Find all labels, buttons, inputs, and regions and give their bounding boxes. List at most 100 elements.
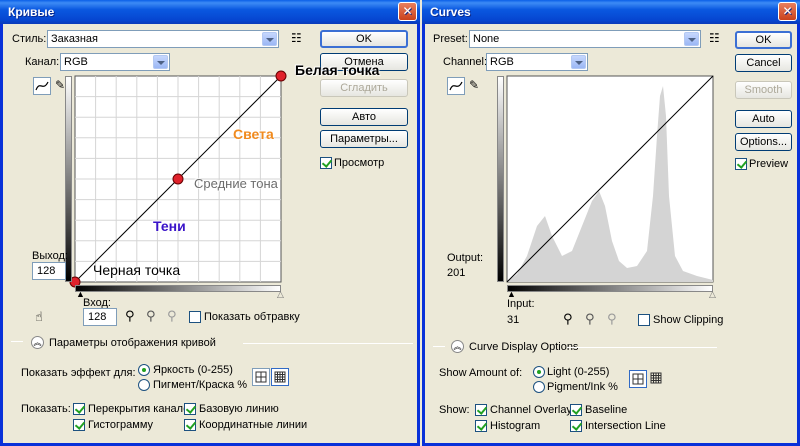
show-amount-label: Показать эффект для:	[21, 367, 136, 379]
grid-detailed-icon[interactable]	[648, 370, 666, 388]
intersection-line-checkbox[interactable]	[570, 420, 582, 432]
display-options-label: Параметры отображения кривой	[49, 337, 216, 349]
options-button[interactable]: Options...	[735, 133, 792, 151]
intersection-line-checkbox[interactable]	[184, 419, 196, 431]
on-image-adjust-icon[interactable]: ☝	[35, 309, 43, 325]
divider	[567, 347, 717, 348]
style-select[interactable]: Заказная	[47, 30, 279, 48]
show-clipping-checkbox[interactable]	[189, 311, 201, 323]
auto-button[interactable]: Авто	[320, 108, 408, 126]
preset-select[interactable]: None	[469, 30, 701, 48]
pencil-icon[interactable]: ✎	[55, 78, 65, 92]
preview-checkbox[interactable]	[735, 158, 747, 170]
eyedropper-black-icon[interactable]: ⚲	[563, 311, 573, 327]
input-field[interactable]: 128	[83, 308, 117, 326]
options-button[interactable]: Параметры...	[320, 130, 408, 148]
baseline-checkbox[interactable]	[570, 404, 582, 416]
light-label: Light (0-255)	[547, 366, 610, 378]
output-gradient-bar	[497, 76, 504, 282]
ok-button[interactable]: OK	[320, 30, 408, 48]
channel-value: RGB	[64, 56, 88, 68]
light-label: Яркость (0-255)	[153, 364, 233, 376]
smooth-button[interactable]: Сгладить	[320, 79, 408, 97]
grid-simple-icon[interactable]	[629, 370, 647, 388]
pigment-radio[interactable]	[533, 381, 545, 393]
preview-label: Просмотр	[334, 157, 385, 169]
show-clipping-checkbox[interactable]	[638, 314, 650, 326]
style-label: Стиль:	[12, 33, 47, 45]
window-title: Кривые	[8, 5, 55, 19]
chevron-up-icon[interactable]: ︽	[451, 340, 464, 353]
eyedropper-gray-icon[interactable]: ⚲	[146, 308, 156, 324]
preset-label: Preset:	[433, 33, 468, 45]
show-label: Show:	[439, 404, 470, 416]
chevron-down-icon	[153, 55, 168, 69]
white-slider-icon[interactable]: △	[709, 289, 716, 300]
histogram-checkbox[interactable]	[475, 420, 487, 432]
close-icon[interactable]: ✕	[778, 2, 797, 21]
black-point-annotation: Черная точка	[93, 262, 181, 278]
channel-overlays-label: Channel Overlays	[490, 404, 578, 416]
chevron-up-icon[interactable]: ︽	[31, 336, 44, 349]
channel-select[interactable]: RGB	[486, 53, 588, 71]
highlights-annotation: Света	[233, 126, 274, 142]
curves-dialog-ru: Кривые ✕ Стиль: Заказная ☷ Канал: RGB ✎	[0, 0, 420, 446]
display-options-label: Curve Display Options	[469, 341, 579, 353]
output-label: Выход:	[32, 250, 68, 262]
show-label: Показать:	[21, 403, 71, 415]
midtone-point-handle[interactable]	[172, 173, 184, 185]
channel-select[interactable]: RGB	[60, 53, 170, 71]
white-point-handle[interactable]	[275, 70, 287, 82]
white-point-annotation: Белая точка	[295, 62, 380, 78]
show-clipping-label: Показать обтравку	[204, 311, 300, 323]
histogram-label: Гистограмму	[88, 419, 154, 431]
cancel-button[interactable]: Cancel	[735, 54, 792, 72]
baseline-label: Базовую линию	[199, 403, 279, 415]
title-bar: Curves ✕	[422, 0, 800, 24]
eyedropper-black-icon[interactable]: ⚲	[125, 308, 135, 324]
divider	[11, 341, 23, 342]
grid-simple-icon[interactable]	[252, 368, 270, 386]
curve-point-icon[interactable]	[447, 77, 465, 95]
channel-label: Channel:	[443, 56, 488, 68]
auto-button[interactable]: Auto	[735, 110, 792, 128]
presets-menu-icon[interactable]: ☷	[291, 31, 302, 45]
smooth-button[interactable]: Smooth	[735, 81, 792, 99]
intersection-line-label: Координатные линии	[199, 419, 308, 431]
output-value[interactable]: 201	[447, 267, 465, 279]
input-value[interactable]: 31	[507, 314, 519, 326]
channel-overlays-checkbox[interactable]	[475, 404, 487, 416]
preview-checkbox[interactable]	[320, 157, 332, 169]
presets-menu-icon[interactable]: ☷	[709, 31, 720, 45]
pigment-label: Pigment/Ink %	[547, 381, 618, 393]
preset-value: None	[473, 33, 500, 45]
pigment-label: Пигмент/Краска %	[153, 379, 248, 391]
eyedropper-white-icon[interactable]: ⚲	[607, 311, 617, 327]
channel-overlays-checkbox[interactable]	[73, 403, 85, 415]
baseline-checkbox[interactable]	[184, 403, 196, 415]
curve-point-icon[interactable]	[33, 77, 51, 95]
curves-dialog-en: Curves ✕ Preset: None ☷ Channel: RGB ✎ ▲…	[422, 0, 800, 446]
midtones-annotation: Средние тона	[194, 176, 278, 191]
input-label: Input:	[507, 298, 535, 310]
light-radio[interactable]	[533, 366, 545, 378]
ok-button[interactable]: OK	[735, 31, 792, 49]
white-slider-icon[interactable]: △	[277, 289, 284, 300]
pencil-icon[interactable]: ✎	[469, 78, 479, 92]
pigment-radio[interactable]	[138, 379, 150, 391]
input-gradient-bar	[75, 285, 281, 292]
chevron-down-icon	[262, 32, 277, 46]
chevron-down-icon	[571, 55, 586, 69]
light-radio[interactable]	[138, 364, 150, 376]
show-clipping-label: Show Clipping	[653, 314, 724, 326]
curves-graph[interactable]	[506, 75, 717, 286]
eyedropper-white-icon[interactable]: ⚲	[167, 308, 177, 324]
divider	[243, 343, 413, 344]
output-field[interactable]: 128	[32, 262, 66, 280]
histogram-checkbox[interactable]	[73, 419, 85, 431]
style-value: Заказная	[51, 33, 99, 45]
channel-overlays-label: Перекрытия каналов	[88, 403, 196, 415]
grid-detailed-icon[interactable]	[271, 368, 289, 386]
close-icon[interactable]: ✕	[398, 2, 417, 21]
eyedropper-gray-icon[interactable]: ⚲	[585, 311, 595, 327]
